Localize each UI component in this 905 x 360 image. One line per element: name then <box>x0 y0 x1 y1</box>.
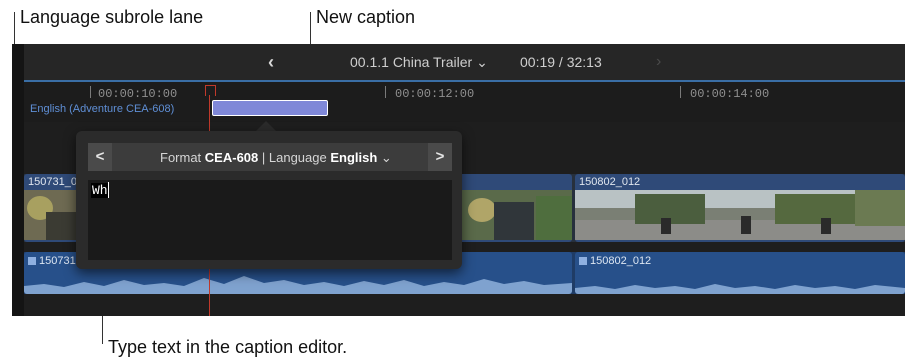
caption-text-editor[interactable] <box>88 180 452 260</box>
previous-caption-button[interactable]: < <box>88 143 112 171</box>
caption-text: Wh <box>91 183 109 198</box>
audio-waveform-icon <box>579 257 587 266</box>
timeline-toolbar: ‹ 00.1.1 China Trailer ⌄ 00:19 / 32:13 › <box>24 44 905 80</box>
playhead-handle[interactable] <box>205 85 216 96</box>
project-name-menu[interactable]: 00.1.1 China Trailer ⌄ <box>350 54 488 71</box>
chevron-down-icon: ⌄ <box>380 150 392 165</box>
audio-waveform <box>24 276 572 294</box>
ruler-timecode: 00:00:10:00 <box>98 87 178 101</box>
ruler-tick <box>90 86 91 98</box>
ruler-timecode: 00:00:12:00 <box>395 87 475 101</box>
callout-language-subrole-lane: Language subrole lane <box>20 7 204 27</box>
next-caption-button[interactable]: > <box>428 143 452 171</box>
chevron-left-icon[interactable]: ‹ <box>268 52 274 73</box>
audio-clip[interactable]: 150802_012 <box>575 252 905 294</box>
audio-clip-name: 150802_012 <box>579 255 651 267</box>
chevron-right-icon[interactable]: › <box>656 53 661 71</box>
audio-waveform <box>575 284 905 294</box>
audio-clip-name: 150731 <box>28 255 76 267</box>
popover-arrow <box>256 121 276 131</box>
callout-type-text: Type text in the caption editor. <box>108 337 348 357</box>
caption-lane-label[interactable]: English (Adventure CEA-608) <box>30 103 174 115</box>
clip-name: 150802_012 <box>579 176 641 188</box>
callout-new-caption: New caption <box>316 7 416 27</box>
video-clip[interactable]: 150802_012 <box>575 174 905 242</box>
clip-name: 150731_0 <box>28 176 77 188</box>
ruler-tick <box>385 86 386 98</box>
clip-thumbnail <box>575 190 905 240</box>
audio-waveform-icon <box>28 257 36 266</box>
ruler-tick <box>680 86 681 98</box>
ruler-timecode: 00:00:14:00 <box>690 87 770 101</box>
format-language-menu[interactable]: Format CEA-608 | Language English ⌄ <box>160 150 392 166</box>
timeline-left-edge <box>12 44 24 316</box>
project-timecode: 00:19 / 32:13 <box>520 54 602 70</box>
text-caret <box>108 182 109 198</box>
new-caption-clip[interactable] <box>212 100 328 116</box>
